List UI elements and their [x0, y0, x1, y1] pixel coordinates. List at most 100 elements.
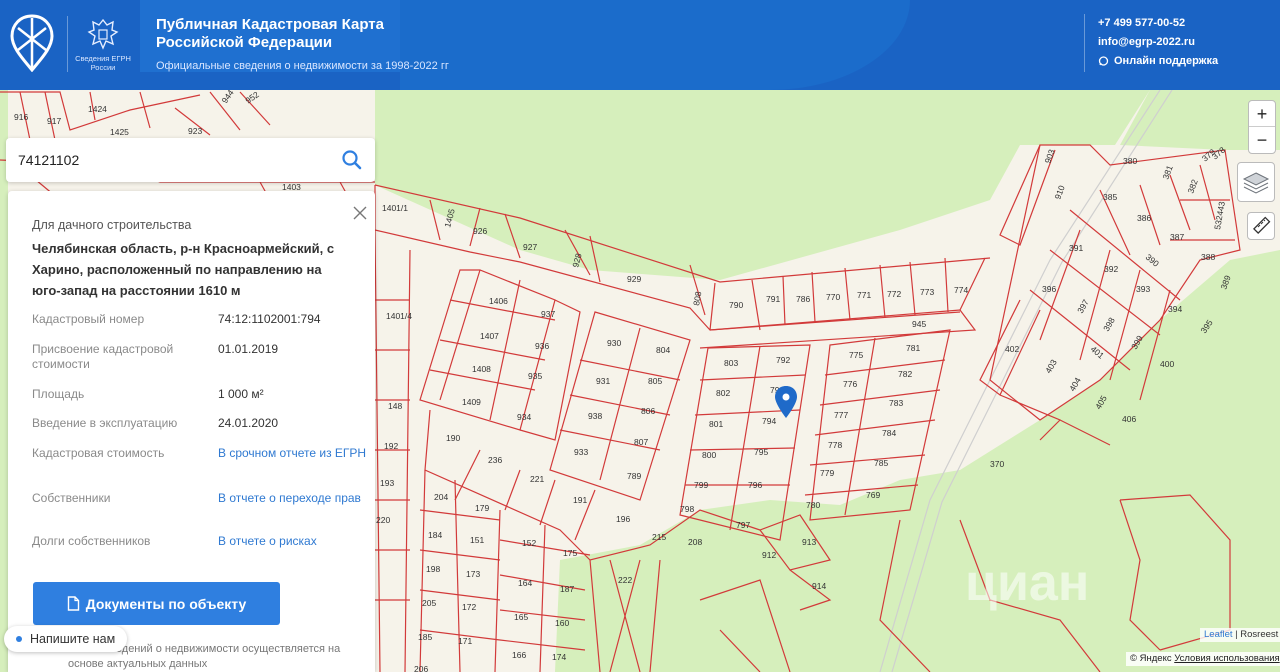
svg-text:945: 945: [912, 319, 926, 329]
info-label: Введение в эксплуатацию: [32, 416, 178, 430]
svg-text:801: 801: [709, 419, 723, 429]
svg-text:792: 792: [776, 355, 790, 365]
svg-text:935: 935: [528, 371, 542, 381]
svg-text:191: 191: [573, 495, 587, 505]
svg-text:914: 914: [812, 581, 826, 591]
svg-text:1401/1: 1401/1: [382, 203, 408, 213]
site-header: Сведения ЕГРН России Публичная Кадастров…: [0, 0, 1280, 90]
site-title[interactable]: Публичная Кадастровая Карта Российской Ф…: [156, 16, 416, 52]
svg-text:776: 776: [843, 379, 857, 389]
svg-text:785: 785: [874, 458, 888, 468]
svg-text:402: 402: [1005, 344, 1019, 354]
svg-text:222: 222: [618, 575, 632, 585]
zoom-in-button[interactable]: +: [1249, 101, 1275, 127]
svg-text:927: 927: [523, 242, 537, 252]
layers-button[interactable]: [1237, 162, 1275, 202]
site-subtitle: Официальные сведения о недвижимости за 1…: [156, 60, 449, 72]
online-support-link[interactable]: Онлайн поддержка: [1098, 52, 1218, 71]
svg-text:380: 380: [1123, 156, 1137, 166]
svg-text:923: 923: [188, 126, 202, 136]
online-dot-icon: [16, 636, 22, 642]
svg-text:166: 166: [512, 650, 526, 660]
svg-text:208: 208: [688, 537, 702, 547]
document-icon: [67, 596, 79, 611]
svg-text:185: 185: [418, 632, 432, 642]
cadastral-search-input[interactable]: [18, 148, 318, 172]
rosreestr-attribution: | Rosreest: [1232, 629, 1279, 640]
svg-text:220: 220: [376, 515, 390, 525]
svg-text:196: 196: [616, 514, 630, 524]
close-icon[interactable]: [352, 205, 368, 221]
chat-bubble-icon: [1098, 56, 1109, 66]
info-label: Присвоение кадастровой стоимости: [32, 342, 174, 371]
map-pin-logo-icon[interactable]: [10, 14, 54, 72]
write-us-label: Напишите нам: [30, 632, 116, 646]
svg-text:807: 807: [634, 437, 648, 447]
svg-text:184: 184: [428, 530, 442, 540]
info-label: Долги собственников: [32, 534, 151, 548]
emblem-caption: Сведения ЕГРН России: [75, 54, 131, 72]
contacts-block: +7 499 577-00-52 info@egrp-2022.ru Онлай…: [1084, 14, 1218, 72]
svg-text:804: 804: [656, 345, 670, 355]
email-link[interactable]: info@egrp-2022.ru: [1098, 33, 1218, 52]
svg-text:782: 782: [898, 369, 912, 379]
write-us-button[interactable]: Напишите нам: [4, 626, 128, 652]
svg-text:796: 796: [748, 480, 762, 490]
leaflet-link[interactable]: Leaflet: [1204, 629, 1233, 640]
parcel-info-panel: Для дачного строительства Челябинская об…: [8, 191, 375, 672]
svg-text:912: 912: [762, 550, 776, 560]
svg-text:172: 172: [462, 602, 476, 612]
svg-text:392: 392: [1104, 264, 1118, 274]
layers-icon: [1242, 172, 1270, 194]
terms-of-use-link[interactable]: Условия использования: [1174, 653, 1279, 664]
header-shade-curve: [400, 0, 910, 90]
svg-text:803: 803: [724, 358, 738, 368]
svg-text:174: 174: [552, 652, 566, 662]
svg-text:391: 391: [1069, 243, 1083, 253]
documents-button[interactable]: Документы по объекту: [33, 582, 280, 625]
cadastral-search-bar: [6, 138, 375, 182]
svg-text:917: 917: [47, 116, 61, 126]
svg-text:173: 173: [466, 569, 480, 579]
risk-report-link[interactable]: В отчете о рисках: [218, 534, 368, 549]
ruler-icon: [1253, 216, 1271, 234]
measure-button[interactable]: [1247, 212, 1275, 240]
search-icon[interactable]: [341, 149, 363, 171]
svg-text:913: 913: [802, 537, 816, 547]
svg-text:179: 179: [475, 503, 489, 513]
svg-text:396: 396: [1042, 284, 1056, 294]
svg-text:406: 406: [1122, 414, 1136, 424]
svg-text:931: 931: [596, 376, 610, 386]
zoom-out-button[interactable]: −: [1249, 127, 1275, 153]
svg-text:937: 937: [541, 309, 555, 319]
svg-text:777: 777: [834, 410, 848, 420]
svg-text:206: 206: [414, 664, 428, 672]
svg-text:394: 394: [1168, 304, 1182, 314]
svg-text:775: 775: [849, 350, 863, 360]
zoom-control: + −: [1248, 100, 1276, 154]
svg-text:771: 771: [857, 290, 871, 300]
svg-text:769: 769: [866, 490, 880, 500]
svg-text:370: 370: [990, 459, 1004, 469]
svg-text:784: 784: [882, 428, 896, 438]
svg-text:933: 933: [574, 447, 588, 457]
svg-text:1424: 1424: [88, 104, 107, 114]
svg-text:160: 160: [555, 618, 569, 628]
ownership-report-link[interactable]: В отчете о переходе прав: [218, 491, 368, 506]
urgent-report-link[interactable]: В срочном отчете из ЕГРН: [218, 446, 368, 461]
svg-text:938: 938: [588, 411, 602, 421]
svg-text:165: 165: [514, 612, 528, 622]
svg-text:1401/4: 1401/4: [386, 311, 412, 321]
info-value: 01.01.2019: [218, 342, 279, 356]
svg-text:770: 770: [826, 292, 840, 302]
info-label: Кадастровый номер: [32, 312, 145, 326]
svg-text:795: 795: [754, 447, 768, 457]
info-label: Собственники: [32, 491, 111, 505]
svg-text:798: 798: [680, 504, 694, 514]
svg-text:388: 388: [1201, 252, 1215, 262]
phone-link[interactable]: +7 499 577-00-52: [1098, 14, 1218, 33]
svg-text:187: 187: [560, 584, 574, 594]
info-label: Площадь: [32, 387, 85, 401]
map-attribution: Leaflet | Rosreest: [1200, 628, 1280, 642]
yandex-attribution: © Яндекс Условия использования: [1126, 652, 1280, 666]
